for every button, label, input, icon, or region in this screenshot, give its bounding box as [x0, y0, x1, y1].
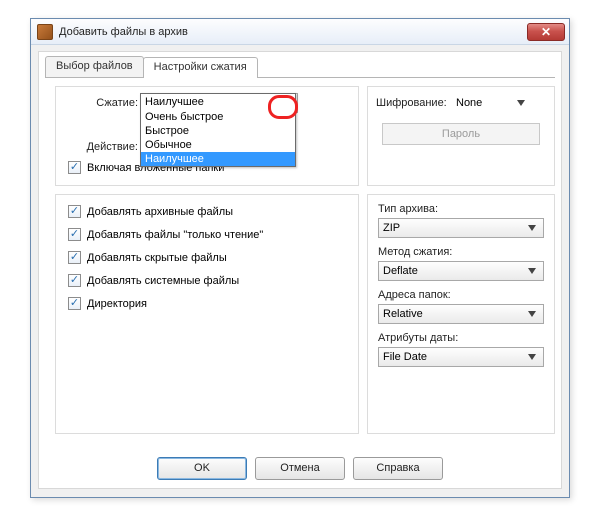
chevron-down-icon — [524, 263, 539, 279]
tab-compression-settings[interactable]: Настройки сжатия — [143, 57, 258, 78]
checkbox-readonly-files-label: Добавлять файлы "только чтение" — [87, 229, 263, 241]
help-button[interactable]: Справка — [353, 457, 443, 480]
group-archive-settings: Тип архива: ZIP Метод сжатия: Deflate Ад… — [367, 194, 555, 434]
password-button[interactable]: Пароль — [382, 123, 540, 145]
tab-file-selection[interactable]: Выбор файлов — [45, 56, 144, 77]
chevron-down-icon — [524, 349, 539, 365]
compression-label: Сжатие: — [66, 97, 138, 109]
window-title: Добавить файлы в архив — [59, 26, 527, 38]
folder-addresses-value: Relative — [383, 308, 524, 320]
compression-method-label: Метод сжатия: — [378, 246, 554, 258]
compression-method-combo[interactable]: Deflate — [378, 261, 544, 281]
archive-type-label: Тип архива: — [378, 203, 554, 215]
checkbox-system-files-label: Добавлять системные файлы — [87, 275, 239, 287]
dropdown-item-fast[interactable]: Быстрое — [141, 124, 295, 138]
action-label: Действие: — [66, 141, 138, 153]
checkbox-archive-files-label: Добавлять архивные файлы — [87, 206, 233, 218]
dropdown-item-very-fast[interactable]: Очень быстрое — [141, 110, 295, 124]
checkbox-directory[interactable]: ✓ — [68, 297, 81, 310]
checkbox-readonly-files[interactable]: ✓ — [68, 228, 81, 241]
dropdown-item-normal[interactable]: Обычное — [141, 138, 295, 152]
checkbox-hidden-files-label: Добавлять скрытые файлы — [87, 252, 227, 264]
close-button[interactable]: ✕ — [527, 23, 565, 41]
checkbox-archive-files[interactable]: ✓ — [68, 205, 81, 218]
cancel-button[interactable]: Отмена — [255, 457, 345, 480]
group-add-options: ✓ Добавлять архивные файлы ✓ Добавлять фай… — [55, 194, 359, 434]
archive-type-combo[interactable]: ZIP — [378, 218, 544, 238]
checkbox-nested[interactable]: ✓ — [68, 161, 81, 174]
checkbox-hidden-files[interactable]: ✓ — [68, 251, 81, 264]
date-attributes-value: File Date — [383, 351, 524, 363]
close-icon: ✕ — [541, 25, 551, 39]
encryption-label: Шифрование: — [376, 97, 448, 109]
checkbox-directory-label: Директория — [87, 298, 147, 310]
titlebar: Добавить файлы в архив ✕ — [31, 19, 569, 45]
compression-dropdown: Наилучшее Очень быстрое Быстрое Обычное … — [140, 93, 296, 167]
chevron-down-icon — [513, 95, 528, 111]
dialog-buttons: OK Отмена Справка — [39, 457, 561, 480]
client-area: Выбор файлов Настройки сжатия Сжатие: На… — [38, 51, 562, 489]
tabstrip: Выбор файлов Настройки сжатия — [45, 56, 561, 77]
date-attributes-combo[interactable]: File Date — [378, 347, 544, 367]
date-attributes-label: Атрибуты даты: — [378, 332, 554, 344]
checkbox-system-files[interactable]: ✓ — [68, 274, 81, 287]
encryption-value: None — [456, 97, 513, 109]
dialog-window: Добавить файлы в архив ✕ Выбор файлов На… — [30, 18, 570, 498]
tab-body: Сжатие: Наилучшее Действие: ✓ Включая вл… — [45, 77, 555, 443]
ok-button[interactable]: OK — [157, 457, 247, 480]
chevron-down-icon — [524, 306, 539, 322]
chevron-down-icon — [524, 220, 539, 236]
dropdown-item-best[interactable]: Наилучшее — [141, 152, 295, 166]
folder-addresses-label: Адреса папок: — [378, 289, 554, 301]
dropdown-selected: Наилучшее — [141, 94, 295, 110]
app-icon — [37, 24, 53, 40]
folder-addresses-combo[interactable]: Relative — [378, 304, 544, 324]
compression-method-value: Deflate — [383, 265, 524, 277]
group-encryption: Шифрование: None Пароль — [367, 86, 555, 186]
archive-type-value: ZIP — [383, 222, 524, 234]
encryption-combo[interactable]: None — [452, 93, 532, 113]
